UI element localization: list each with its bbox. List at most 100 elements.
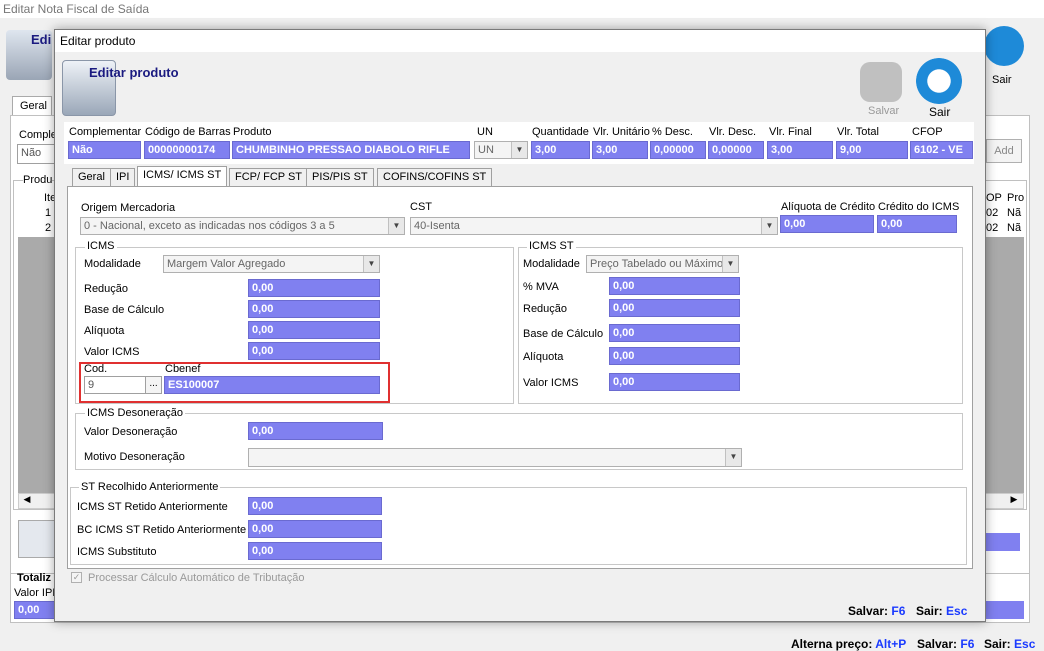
cbenef-field[interactable]: ES100007: [164, 376, 380, 394]
dialog-header-title: Editar produto: [89, 65, 179, 80]
bg-products-label: Produ: [23, 174, 53, 186]
bg-sair-label[interactable]: Sair: [992, 74, 1012, 86]
sair-label[interactable]: Sair: [929, 105, 950, 119]
cbenef-label: Cbenef: [165, 363, 201, 375]
bg-sair-icon[interactable]: [984, 26, 1024, 66]
icms-modalidade-select[interactable]: Margem Valor Agregado ▼: [163, 255, 380, 273]
codigo-barras-field[interactable]: 00000000174: [144, 141, 230, 159]
processar-checkbox[interactable]: ✓: [71, 572, 82, 583]
bg-grid-row1: 1: [45, 207, 52, 219]
cod-lookup-button[interactable]: ...: [145, 376, 162, 394]
salvar-label[interactable]: Salvar: [868, 105, 899, 117]
bg-grid-row2: 2: [45, 222, 52, 234]
chevron-down-icon[interactable]: ▼: [722, 256, 738, 272]
desc-pct-field[interactable]: 0,00000: [650, 141, 706, 159]
icms-aliquota-label: Alíquota: [84, 325, 125, 337]
dialog-footer-sair-text: Sair:: [916, 604, 943, 618]
aliq-credito-label: Alíquota de Crédito: [781, 201, 876, 213]
bg-valor-ipi-field[interactable]: 0,00: [14, 601, 58, 619]
vlr-unitario-label: Vlr. Unitário: [593, 126, 650, 138]
cfop-label: CFOP: [912, 126, 943, 138]
motivo-desoneracao-select[interactable]: ▼: [248, 448, 742, 467]
vlr-total-field[interactable]: 9,00: [836, 141, 908, 159]
chevron-down-icon[interactable]: ▼: [363, 256, 379, 272]
icms-st-base-label: Base de Cálculo: [523, 328, 604, 340]
bg-right-strip: [984, 601, 1024, 619]
complementar-field[interactable]: Não: [68, 141, 141, 159]
un-value: UN: [478, 144, 494, 156]
icms-st-base-field[interactable]: 0,00: [609, 324, 740, 342]
icms-st-mva-field[interactable]: 0,00: [609, 277, 740, 295]
origem-value: 0 - Nacional, exceto as indicadas nos có…: [84, 220, 335, 232]
bg-grid-col-dp: OP: [986, 192, 1002, 204]
cst-select[interactable]: 40-Isenta ▼: [410, 217, 778, 235]
chevron-down-icon[interactable]: ▼: [761, 218, 777, 234]
un-select[interactable]: UN ▼: [474, 141, 528, 159]
chevron-down-icon[interactable]: ▼: [511, 142, 527, 158]
st-retido-field[interactable]: 0,00: [248, 497, 382, 515]
cod-field[interactable]: 9: [84, 376, 146, 394]
cst-value: 40-Isenta: [414, 220, 460, 232]
icms-st-aliquota-field[interactable]: 0,00: [609, 347, 740, 365]
icms-st-reducao-field[interactable]: 0,00: [609, 299, 740, 317]
produto-label: Produto: [233, 126, 272, 138]
desc-pct-label: % Desc.: [652, 126, 693, 138]
chevron-down-icon[interactable]: ▼: [725, 449, 741, 466]
bg-add-button[interactable]: Add: [986, 139, 1022, 163]
scroll-left-icon[interactable]: ◀: [19, 494, 35, 508]
codigo-barras-label: Código de Barras: [145, 126, 231, 138]
tab-cofins[interactable]: COFINS/COFINS ST: [377, 168, 493, 186]
quantidade-field[interactable]: 3,00: [531, 141, 590, 159]
vlr-final-field[interactable]: 3,00: [767, 141, 833, 159]
vlr-unitario-field[interactable]: 3,00: [592, 141, 648, 159]
icms-aliquota-field[interactable]: 0,00: [248, 321, 380, 339]
tab-pis[interactable]: PIS/PIS ST: [306, 168, 374, 186]
tab-icms-label: ICMS/ ICMS ST: [143, 169, 222, 181]
bg-footer-alterna-key: Alt+P: [875, 637, 907, 651]
vlr-desc-field[interactable]: 0,00000: [708, 141, 764, 159]
bg-footer-salvar: Salvar: F6: [917, 637, 974, 651]
bg-edit-icon[interactable]: [18, 520, 56, 558]
cfop-field[interactable]: 6102 - VE: [910, 141, 973, 159]
origem-select[interactable]: 0 - Nacional, exceto as indicadas nos có…: [80, 217, 405, 235]
aliq-credito-field[interactable]: 0,00: [780, 215, 874, 233]
chevron-down-icon[interactable]: ▼: [388, 218, 404, 234]
tab-geral[interactable]: Geral: [72, 168, 111, 186]
tab-icms[interactable]: ICMS/ ICMS ST: [137, 166, 228, 187]
icms-st-valor-field[interactable]: 0,00: [609, 373, 740, 391]
bg-compl-field[interactable]: Não: [17, 144, 57, 164]
bg-grid-cell: 02: [986, 207, 999, 219]
credito-icms-label: Crédito do ICMS: [878, 201, 960, 213]
tab-ipi[interactable]: IPI: [110, 168, 136, 186]
credito-icms-field[interactable]: 0,00: [877, 215, 957, 233]
icms-modalidade-value: Margem Valor Agregado: [167, 258, 286, 270]
st-recolhido-group-title: ST Recolhido Anteriormente: [79, 481, 221, 493]
icms-reducao-field[interactable]: 0,00: [248, 279, 380, 297]
motivo-desoneracao-label: Motivo Desoneração: [84, 451, 185, 463]
desoneracao-group-title: ICMS Desoneração: [85, 407, 185, 419]
icms-st-modalidade-select[interactable]: Preço Tabelado ou Máximo ▼: [586, 255, 739, 273]
tab-ipi-label: IPI: [116, 171, 130, 183]
tab-fcp[interactable]: FCP/ FCP ST: [229, 168, 309, 186]
produto-field[interactable]: CHUMBINHO PRESSAO DIABOLO RIFLE: [232, 141, 470, 159]
dialog-footer-salvar-text: Salvar:: [848, 604, 889, 618]
salvar-icon[interactable]: [860, 62, 902, 102]
bg-tab-geral[interactable]: Geral: [12, 96, 52, 116]
scroll-right-icon[interactable]: ▶: [1006, 494, 1022, 508]
dialog-footer-sair-key: Esc: [946, 604, 968, 618]
icms-valor-label: Valor ICMS: [84, 346, 140, 358]
bg-blue-strip: [984, 533, 1020, 551]
icms-valor-field[interactable]: 0,00: [248, 342, 380, 360]
bg-valor-ipi-label: Valor IPI: [14, 587, 56, 599]
icms-substituto-field[interactable]: 0,00: [248, 542, 382, 560]
icms-base-field[interactable]: 0,00: [248, 300, 380, 318]
bc-st-retido-field[interactable]: 0,00: [248, 520, 382, 538]
bg-footer-salvar-text: Salvar:: [917, 637, 958, 651]
bg-grid-cell: Nã: [1007, 222, 1022, 234]
sair-power-icon[interactable]: [916, 58, 962, 104]
bg-footer-alterna: Alterna preço: Alt+P: [791, 637, 906, 651]
icms-st-group: [518, 247, 963, 404]
icms-group-title: ICMS: [85, 240, 117, 252]
valor-desoneracao-field[interactable]: 0,00: [248, 422, 383, 440]
un-label: UN: [477, 126, 493, 138]
